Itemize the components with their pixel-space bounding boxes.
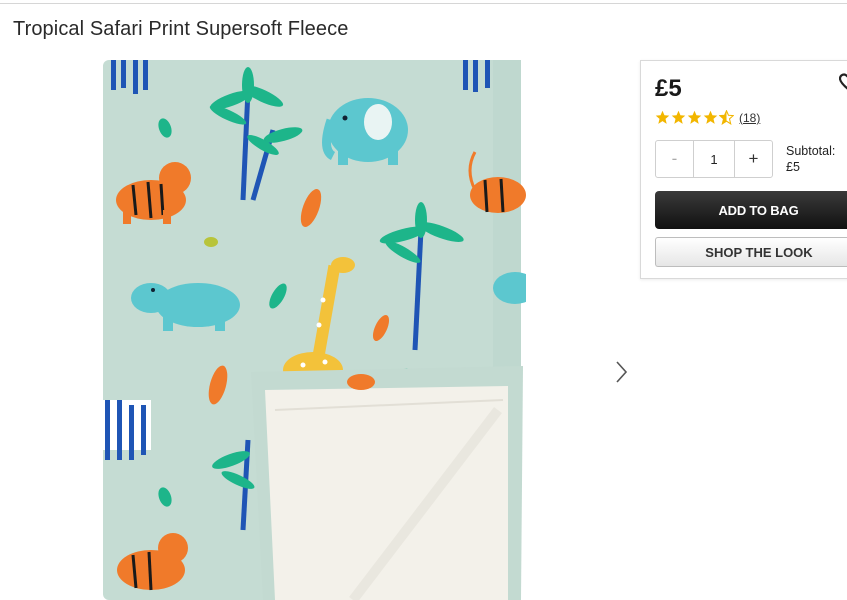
top-divider	[0, 3, 847, 4]
star-icon	[703, 110, 718, 124]
star-icon	[655, 110, 670, 124]
quantity-input[interactable]: 1	[694, 141, 734, 177]
star-half-icon	[719, 110, 734, 125]
star-icon	[671, 110, 686, 124]
add-to-bag-button[interactable]: ADD TO BAG	[655, 191, 847, 229]
star-icon	[687, 110, 702, 124]
quantity-decrease-button[interactable]: -	[656, 141, 694, 177]
purchase-panel: £5 (18) - 1 + Subtotal: £5 ADD TO BAG SH…	[640, 60, 847, 279]
subtotal-value: £5	[786, 160, 800, 174]
heart-icon[interactable]	[839, 73, 847, 91]
quantity-increase-button[interactable]: +	[734, 141, 772, 177]
blanket-illustration	[103, 60, 526, 600]
product-image[interactable]	[103, 60, 526, 600]
rating: (18)	[655, 110, 760, 125]
review-count-link[interactable]: (18)	[739, 111, 760, 125]
subtotal-label: Subtotal:	[786, 144, 836, 158]
product-title: Tropical Safari Print Supersoft Fleece	[13, 18, 349, 40]
subtotal: Subtotal: £5	[786, 143, 835, 175]
quantity-stepper: - 1 +	[655, 140, 773, 178]
shop-the-look-button[interactable]: SHOP THE LOOK	[655, 237, 847, 267]
price: £5	[655, 75, 682, 102]
next-image-button[interactable]	[610, 358, 632, 386]
chevron-right-icon	[616, 361, 628, 383]
